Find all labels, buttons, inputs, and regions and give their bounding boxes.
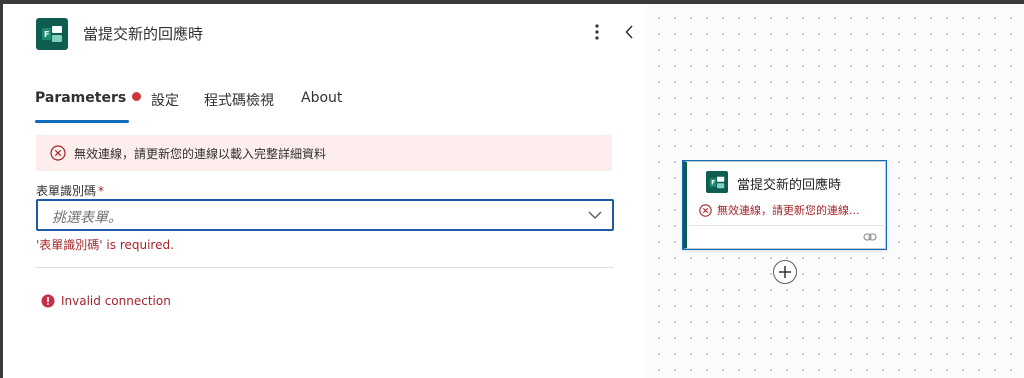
svg-text:F: F xyxy=(711,180,715,186)
error-circle-icon xyxy=(699,203,712,217)
error-banner-message: 無效連線，請更新您的連線以載入完整詳細資料 xyxy=(74,146,327,161)
panel-title: 當提交新的回應時 xyxy=(83,25,204,43)
invalid-connection-message: Invalid connection xyxy=(41,294,171,308)
error-circle-icon xyxy=(50,145,66,161)
flow-canvas[interactable]: F 當提交新的回應時 無效連線，請更新您的連線... xyxy=(647,4,1024,378)
node-title: 當提交新的回應時 xyxy=(737,178,842,193)
form-id-error-text: '表單識別碼' is required. xyxy=(36,238,174,252)
form-id-label: 表單識別碼 * xyxy=(36,182,104,199)
chevron-left-icon xyxy=(624,25,633,39)
trigger-node-card[interactable]: F 當提交新的回應時 無效連線，請更新您的連線... xyxy=(683,161,886,249)
more-options-button[interactable] xyxy=(587,20,607,44)
tab-settings[interactable]: 設定 xyxy=(151,90,179,110)
forms-app-icon: F xyxy=(706,171,728,193)
collapse-panel-button[interactable] xyxy=(619,20,639,44)
plus-icon xyxy=(779,266,791,278)
tab-error-dot xyxy=(132,92,142,101)
invalid-connection-text: Invalid connection xyxy=(61,294,171,308)
node-error: 無效連線，請更新您的連線... xyxy=(699,202,860,218)
link-icon xyxy=(863,233,877,241)
divider xyxy=(36,267,614,268)
error-banner: 無效連線，請更新您的連線以載入完整詳細資料 xyxy=(36,135,612,171)
svg-text:F: F xyxy=(44,30,49,39)
details-panel: F 當提交新的回應時 Parameters 設定 程式碼檢視 About 無效連… xyxy=(3,4,647,378)
more-vertical-icon xyxy=(595,24,599,40)
tab-code-view[interactable]: 程式碼檢視 xyxy=(204,90,274,110)
panel-header: F 當提交新的回應時 xyxy=(3,4,647,60)
tab-parameters-label: Parameters xyxy=(35,90,127,106)
node-divider xyxy=(687,225,886,226)
form-id-label-text: 表單識別碼 xyxy=(36,184,97,198)
required-marker: * xyxy=(98,184,105,198)
add-step-button[interactable] xyxy=(773,260,797,284)
forms-app-icon: F xyxy=(36,18,68,50)
form-id-placeholder: 挑選表單。 xyxy=(52,210,122,226)
tab-about[interactable]: About xyxy=(301,90,342,106)
error-filled-icon xyxy=(41,294,55,308)
node-error-text: 無效連線，請更新您的連線... xyxy=(717,204,860,217)
chevron-down-icon xyxy=(588,211,602,219)
active-tab-indicator xyxy=(35,120,129,123)
form-id-dropdown[interactable]: 挑選表單。 xyxy=(36,199,614,231)
tab-parameters[interactable]: Parameters xyxy=(35,90,142,106)
